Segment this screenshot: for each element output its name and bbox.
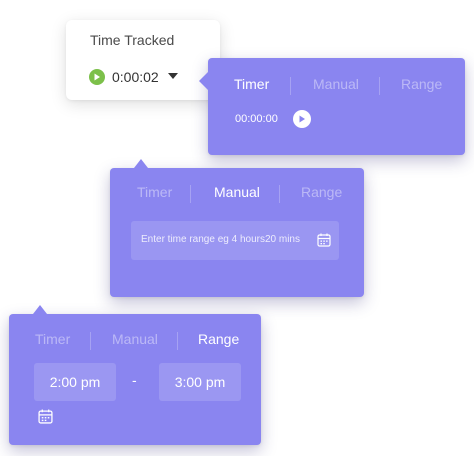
time-tracked-card: Time Tracked 0:00:02 — [66, 20, 220, 100]
play-icon[interactable] — [293, 110, 311, 128]
tab-manual[interactable]: Manual — [313, 76, 359, 92]
tab-timer[interactable]: Timer — [35, 331, 70, 347]
popover-arrow — [199, 72, 208, 90]
start-time-input[interactable]: 2:00 pm — [34, 363, 116, 401]
tab-divider — [290, 77, 291, 95]
tab-divider — [379, 77, 380, 95]
tab-timer[interactable]: Timer — [137, 184, 172, 200]
end-time-input[interactable]: 3:00 pm — [159, 363, 241, 401]
elapsed-time: 0:00:02 — [112, 69, 159, 85]
play-icon[interactable] — [89, 69, 105, 85]
time-tracked-title: Time Tracked — [90, 32, 175, 48]
time-range-placeholder: Enter time range eg 4 hours20 mins — [141, 234, 300, 245]
tab-manual[interactable]: Manual — [214, 184, 260, 200]
tab-divider — [90, 332, 91, 350]
popover-arrow — [33, 305, 47, 314]
calendar-icon[interactable] — [317, 233, 331, 252]
range-panel: Timer Manual Range 2:00 pm - 3:00 pm — [9, 305, 261, 445]
tab-divider — [279, 185, 280, 203]
tab-range[interactable]: Range — [301, 184, 342, 200]
calendar-icon[interactable] — [38, 409, 53, 429]
tab-range[interactable]: Range — [401, 76, 442, 92]
tab-divider — [190, 185, 191, 203]
tab-timer[interactable]: Timer — [234, 76, 269, 92]
time-range-input[interactable]: Enter time range eg 4 hours20 mins — [131, 221, 339, 260]
caret-down-icon[interactable] — [168, 73, 178, 79]
popover-arrow — [134, 159, 148, 168]
manual-panel: Timer Manual Range Enter time range eg 4… — [110, 159, 364, 297]
tab-range[interactable]: Range — [198, 331, 239, 347]
timer-value: 00:00:00 — [235, 113, 278, 125]
tab-divider — [177, 332, 178, 350]
tab-manual[interactable]: Manual — [112, 331, 158, 347]
range-separator: - — [132, 372, 137, 388]
timer-panel: Timer Manual Range 00:00:00 — [199, 58, 465, 155]
